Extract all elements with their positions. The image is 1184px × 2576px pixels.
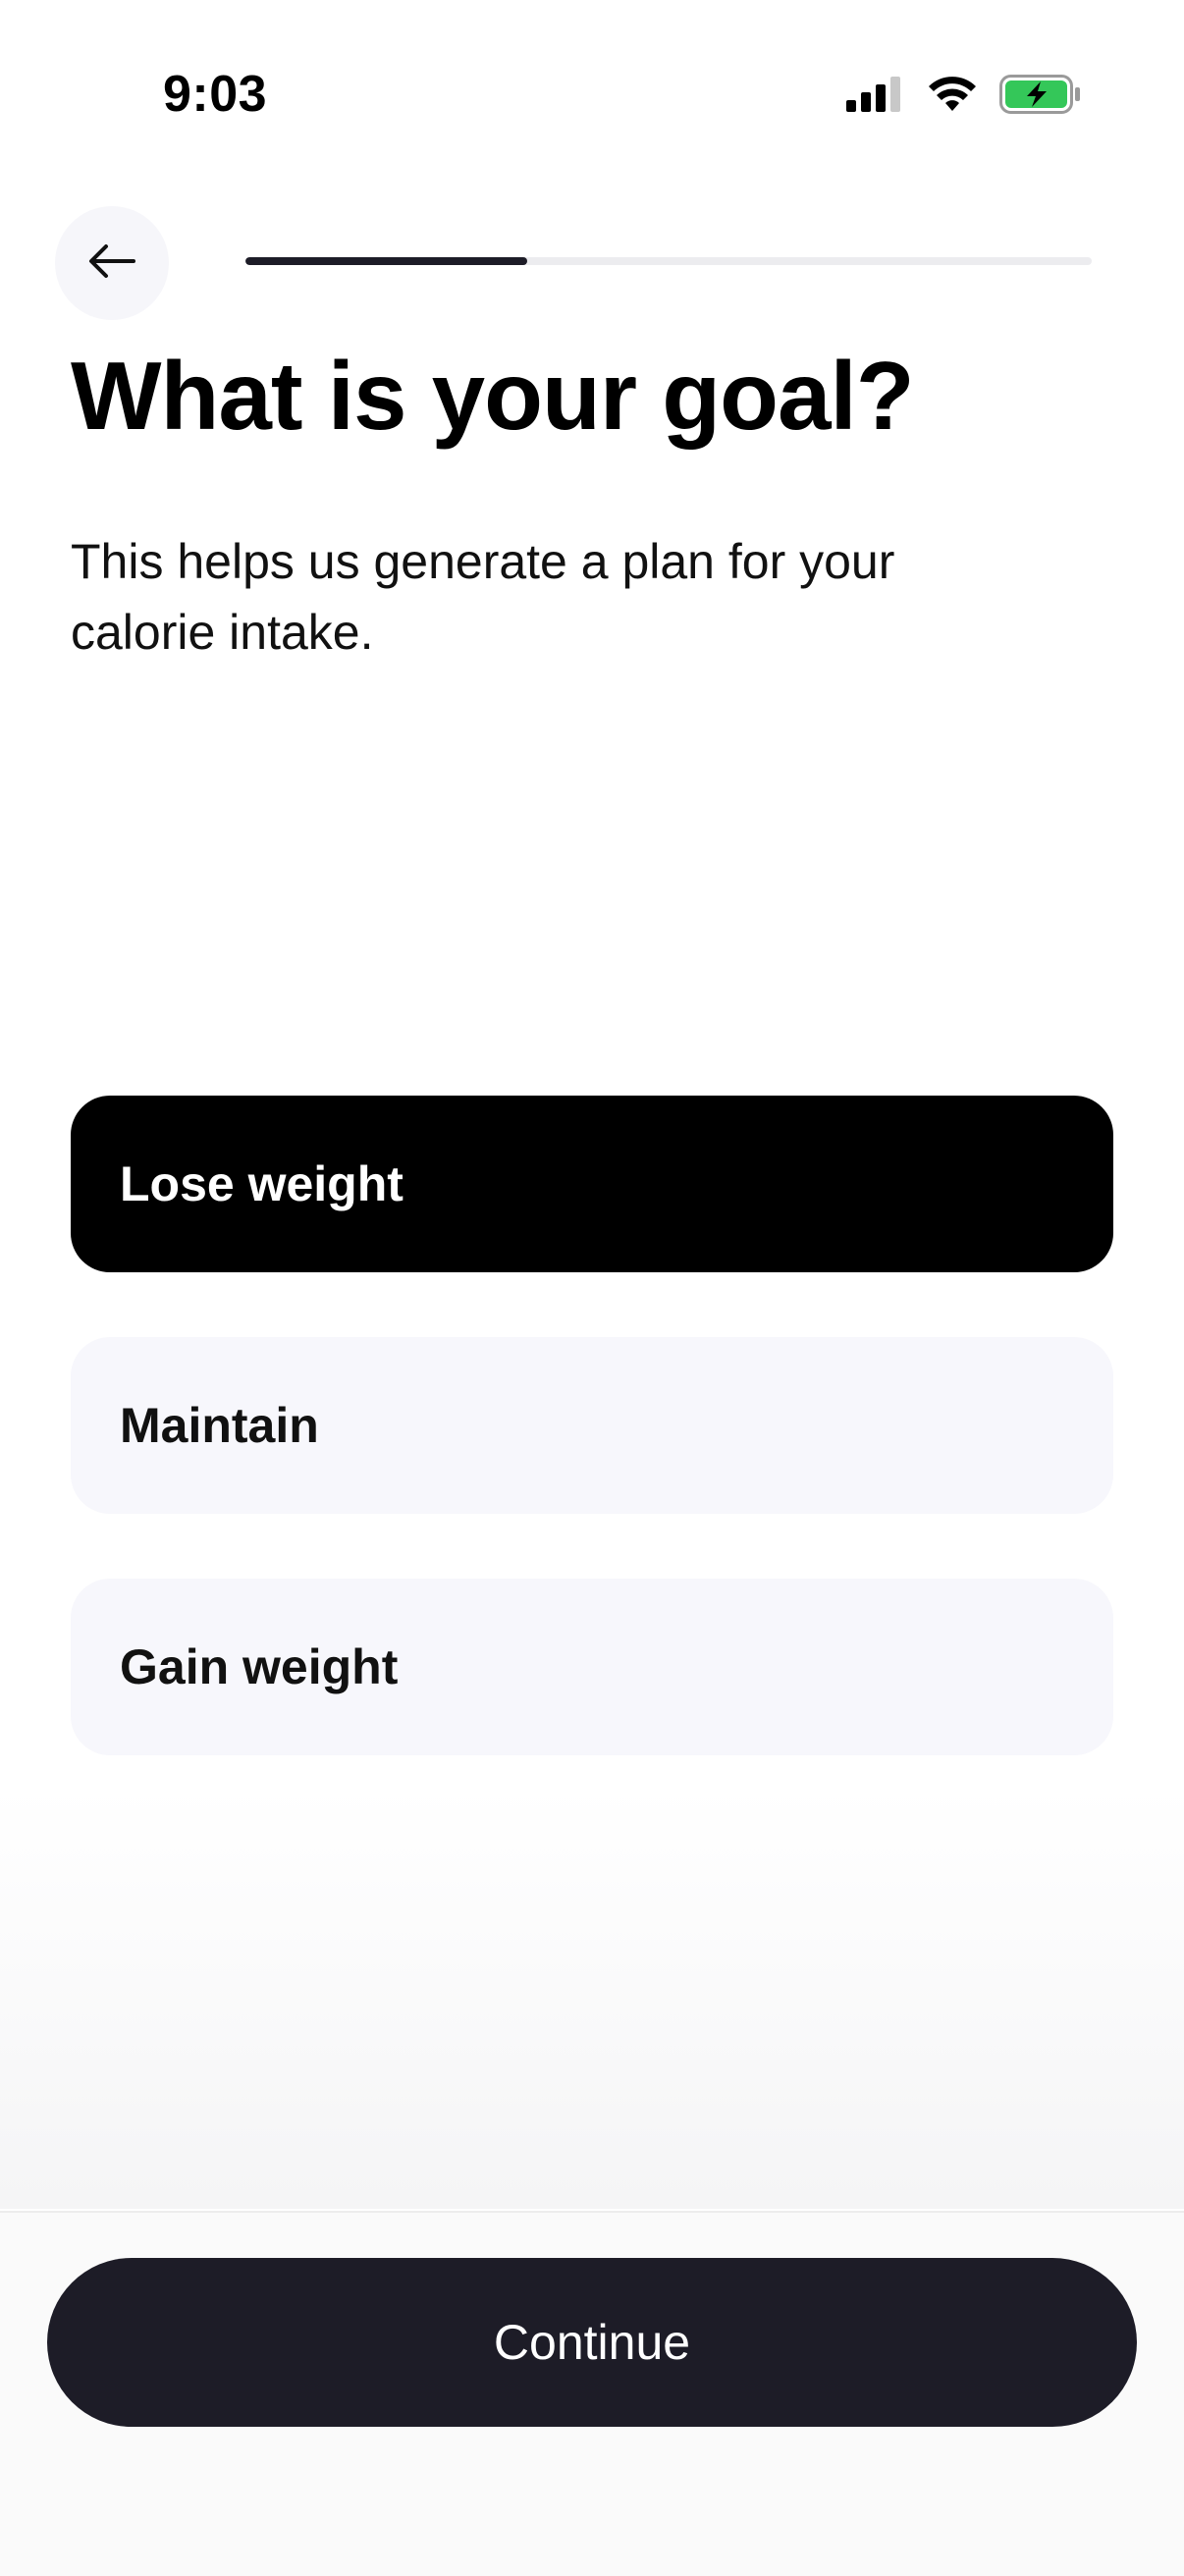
status-bar: 9:03 (0, 0, 1184, 187)
wifi-icon (927, 76, 978, 113)
option-label: Gain weight (120, 1639, 399, 1694)
cellular-signal-icon (846, 77, 905, 112)
continue-button-label: Continue (493, 2315, 691, 2370)
goal-options-list: Lose weight Maintain Gain weight (71, 1096, 1113, 1820)
option-label: Maintain (120, 1398, 319, 1453)
page-title: What is your goal? (71, 342, 915, 450)
page-subtitle: This helps us generate a plan for your c… (71, 534, 895, 660)
option-maintain[interactable]: Maintain (71, 1337, 1113, 1514)
status-time: 9:03 (163, 66, 268, 123)
progress-bar-fill (245, 257, 528, 265)
option-gain-weight[interactable]: Gain weight (71, 1579, 1113, 1755)
back-button[interactable] (55, 206, 169, 320)
status-icons (846, 75, 1082, 114)
arrow-left-icon (86, 242, 137, 286)
option-lose-weight[interactable]: Lose weight (71, 1096, 1113, 1272)
option-label: Lose weight (120, 1156, 404, 1211)
battery-charging-icon (999, 75, 1082, 114)
continue-button[interactable]: Continue (47, 2258, 1137, 2427)
bottom-fade (0, 1787, 1184, 2209)
progress-bar (245, 257, 1092, 265)
